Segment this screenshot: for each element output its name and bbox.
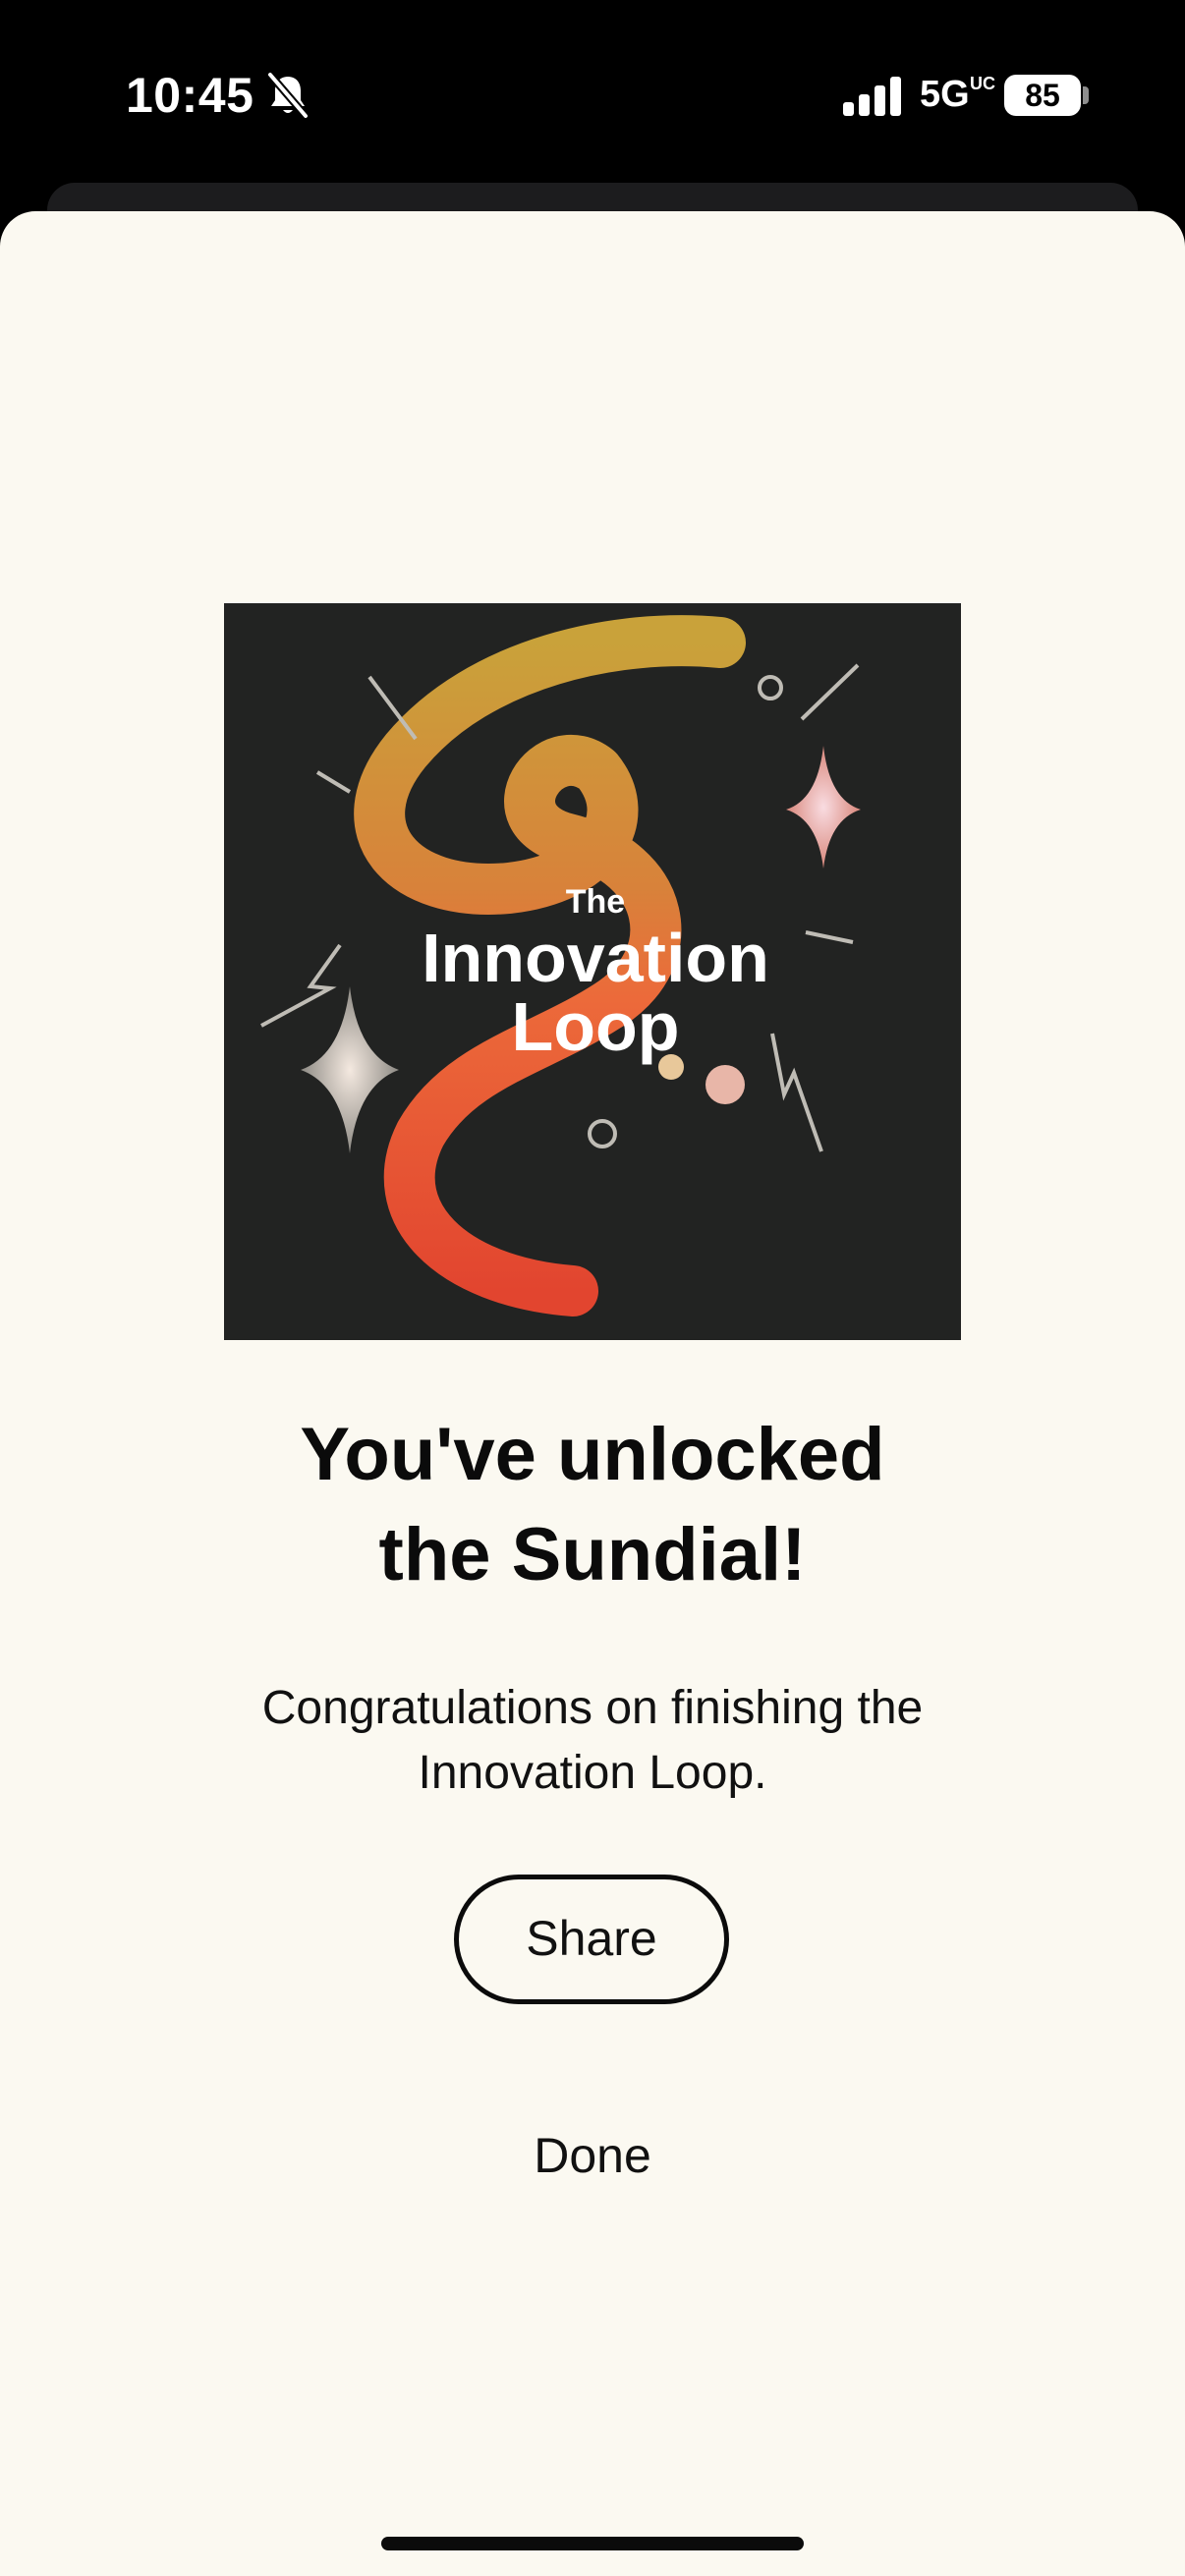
network-type: 5G [920,74,970,115]
cover-title-line3: Loop [511,988,679,1065]
message-line2: Innovation Loop. [418,1747,767,1799]
home-indicator[interactable] [381,2537,804,2550]
unlock-modal-sheet [0,211,1185,2576]
cover-title-line1: The [566,883,625,921]
cover-title-line2: Innovation [422,920,769,996]
innovation-loop-cover-art: The Innovation Loop [224,603,961,1340]
headline-line1: You've unlocked [300,1413,885,1496]
battery-icon: 85 [1004,75,1081,116]
battery-cap [1083,86,1089,104]
unlock-headline: You've unlocked the Sundial! [0,1405,1185,1605]
message-line1: Congratulations on finishing the [261,1682,924,1734]
network-badge: UC [970,74,995,93]
done-button[interactable]: Done [475,2116,710,2195]
dot-shape [705,1065,745,1104]
status-bar: 10:45 5G UC 85 [0,0,1185,187]
status-time: 10:45 [126,68,254,123]
bell-slash-icon [266,72,310,119]
battery-level: 85 [1025,78,1060,113]
cellular-signal-icon [843,77,901,116]
cover-illustration: The Innovation Loop [224,603,961,1340]
share-button[interactable]: Share [454,1875,729,2004]
congratulations-message: Congratulations on finishing the Innovat… [0,1676,1185,1806]
headline-line2: the Sundial! [378,1513,807,1596]
